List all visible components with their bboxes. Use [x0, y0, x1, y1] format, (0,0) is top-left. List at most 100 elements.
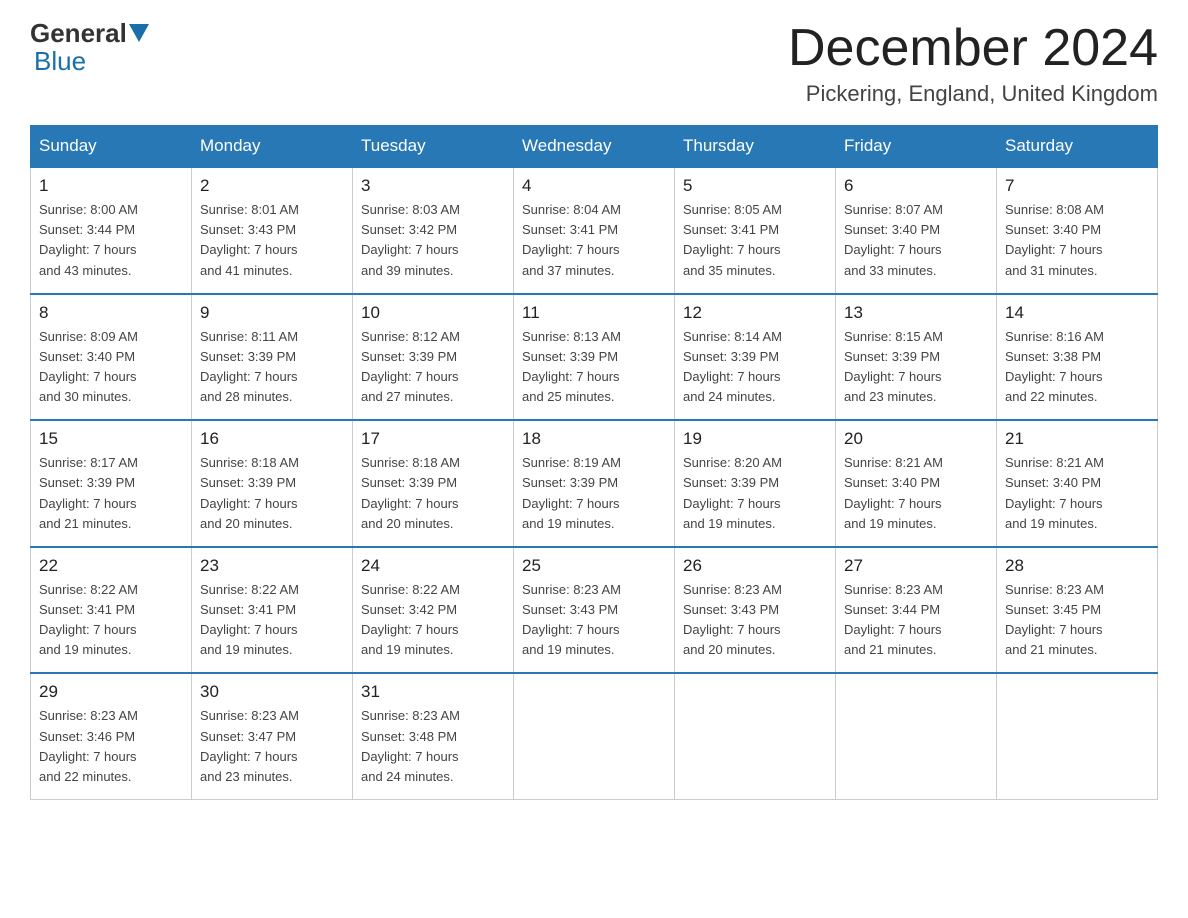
calendar-cell: 20 Sunrise: 8:21 AMSunset: 3:40 PMDaylig…	[836, 420, 997, 547]
day-info: Sunrise: 8:12 AMSunset: 3:39 PMDaylight:…	[361, 329, 460, 404]
day-info: Sunrise: 8:17 AMSunset: 3:39 PMDaylight:…	[39, 455, 138, 530]
day-number: 2	[200, 176, 344, 196]
page-header: General Blue December 2024 Pickering, En…	[30, 20, 1158, 107]
day-info: Sunrise: 8:20 AMSunset: 3:39 PMDaylight:…	[683, 455, 782, 530]
day-number: 5	[683, 176, 827, 196]
title-block: December 2024 Pickering, England, United…	[788, 20, 1158, 107]
calendar-cell: 25 Sunrise: 8:23 AMSunset: 3:43 PMDaylig…	[514, 547, 675, 674]
day-info: Sunrise: 8:05 AMSunset: 3:41 PMDaylight:…	[683, 202, 782, 277]
day-number: 22	[39, 556, 183, 576]
calendar-cell: 3 Sunrise: 8:03 AMSunset: 3:42 PMDayligh…	[353, 167, 514, 294]
calendar-cell: 5 Sunrise: 8:05 AMSunset: 3:41 PMDayligh…	[675, 167, 836, 294]
day-number: 10	[361, 303, 505, 323]
day-number: 14	[1005, 303, 1149, 323]
day-info: Sunrise: 8:08 AMSunset: 3:40 PMDaylight:…	[1005, 202, 1104, 277]
calendar-cell: 26 Sunrise: 8:23 AMSunset: 3:43 PMDaylig…	[675, 547, 836, 674]
day-info: Sunrise: 8:13 AMSunset: 3:39 PMDaylight:…	[522, 329, 621, 404]
calendar-cell: 29 Sunrise: 8:23 AMSunset: 3:46 PMDaylig…	[31, 673, 192, 799]
day-number: 12	[683, 303, 827, 323]
calendar-cell: 1 Sunrise: 8:00 AMSunset: 3:44 PMDayligh…	[31, 167, 192, 294]
day-info: Sunrise: 8:15 AMSunset: 3:39 PMDaylight:…	[844, 329, 943, 404]
logo-general-text: General	[30, 20, 127, 46]
calendar-cell: 9 Sunrise: 8:11 AMSunset: 3:39 PMDayligh…	[192, 294, 353, 421]
day-info: Sunrise: 8:21 AMSunset: 3:40 PMDaylight:…	[1005, 455, 1104, 530]
day-number: 9	[200, 303, 344, 323]
calendar-cell: 14 Sunrise: 8:16 AMSunset: 3:38 PMDaylig…	[997, 294, 1158, 421]
logo-triangle-icon	[129, 24, 149, 42]
calendar-cell: 28 Sunrise: 8:23 AMSunset: 3:45 PMDaylig…	[997, 547, 1158, 674]
location-text: Pickering, England, United Kingdom	[788, 81, 1158, 107]
day-number: 21	[1005, 429, 1149, 449]
header-row: Sunday Monday Tuesday Wednesday Thursday…	[31, 126, 1158, 168]
day-info: Sunrise: 8:00 AMSunset: 3:44 PMDaylight:…	[39, 202, 138, 277]
day-number: 1	[39, 176, 183, 196]
calendar-cell: 19 Sunrise: 8:20 AMSunset: 3:39 PMDaylig…	[675, 420, 836, 547]
calendar-cell: 30 Sunrise: 8:23 AMSunset: 3:47 PMDaylig…	[192, 673, 353, 799]
day-number: 18	[522, 429, 666, 449]
day-number: 4	[522, 176, 666, 196]
day-info: Sunrise: 8:22 AMSunset: 3:41 PMDaylight:…	[39, 582, 138, 657]
calendar-week-2: 8 Sunrise: 8:09 AMSunset: 3:40 PMDayligh…	[31, 294, 1158, 421]
day-number: 31	[361, 682, 505, 702]
col-monday: Monday	[192, 126, 353, 168]
calendar-cell	[514, 673, 675, 799]
day-info: Sunrise: 8:03 AMSunset: 3:42 PMDaylight:…	[361, 202, 460, 277]
calendar-body: 1 Sunrise: 8:00 AMSunset: 3:44 PMDayligh…	[31, 167, 1158, 799]
day-info: Sunrise: 8:09 AMSunset: 3:40 PMDaylight:…	[39, 329, 138, 404]
calendar-cell: 27 Sunrise: 8:23 AMSunset: 3:44 PMDaylig…	[836, 547, 997, 674]
calendar-cell: 11 Sunrise: 8:13 AMSunset: 3:39 PMDaylig…	[514, 294, 675, 421]
day-info: Sunrise: 8:18 AMSunset: 3:39 PMDaylight:…	[200, 455, 299, 530]
day-number: 15	[39, 429, 183, 449]
day-info: Sunrise: 8:23 AMSunset: 3:44 PMDaylight:…	[844, 582, 943, 657]
col-tuesday: Tuesday	[353, 126, 514, 168]
calendar-cell	[836, 673, 997, 799]
col-sunday: Sunday	[31, 126, 192, 168]
calendar-cell: 6 Sunrise: 8:07 AMSunset: 3:40 PMDayligh…	[836, 167, 997, 294]
day-info: Sunrise: 8:23 AMSunset: 3:45 PMDaylight:…	[1005, 582, 1104, 657]
day-info: Sunrise: 8:21 AMSunset: 3:40 PMDaylight:…	[844, 455, 943, 530]
calendar-week-3: 15 Sunrise: 8:17 AMSunset: 3:39 PMDaylig…	[31, 420, 1158, 547]
calendar-cell: 2 Sunrise: 8:01 AMSunset: 3:43 PMDayligh…	[192, 167, 353, 294]
col-friday: Friday	[836, 126, 997, 168]
day-number: 28	[1005, 556, 1149, 576]
calendar-cell: 21 Sunrise: 8:21 AMSunset: 3:40 PMDaylig…	[997, 420, 1158, 547]
day-info: Sunrise: 8:16 AMSunset: 3:38 PMDaylight:…	[1005, 329, 1104, 404]
logo-blue-text: Blue	[34, 46, 86, 76]
day-info: Sunrise: 8:01 AMSunset: 3:43 PMDaylight:…	[200, 202, 299, 277]
calendar-cell: 23 Sunrise: 8:22 AMSunset: 3:41 PMDaylig…	[192, 547, 353, 674]
calendar-week-5: 29 Sunrise: 8:23 AMSunset: 3:46 PMDaylig…	[31, 673, 1158, 799]
col-wednesday: Wednesday	[514, 126, 675, 168]
day-number: 30	[200, 682, 344, 702]
calendar-cell: 7 Sunrise: 8:08 AMSunset: 3:40 PMDayligh…	[997, 167, 1158, 294]
day-info: Sunrise: 8:14 AMSunset: 3:39 PMDaylight:…	[683, 329, 782, 404]
day-number: 27	[844, 556, 988, 576]
calendar-cell: 24 Sunrise: 8:22 AMSunset: 3:42 PMDaylig…	[353, 547, 514, 674]
day-info: Sunrise: 8:23 AMSunset: 3:43 PMDaylight:…	[522, 582, 621, 657]
day-number: 8	[39, 303, 183, 323]
calendar-cell: 13 Sunrise: 8:15 AMSunset: 3:39 PMDaylig…	[836, 294, 997, 421]
day-number: 20	[844, 429, 988, 449]
day-number: 26	[683, 556, 827, 576]
day-number: 11	[522, 303, 666, 323]
calendar-week-4: 22 Sunrise: 8:22 AMSunset: 3:41 PMDaylig…	[31, 547, 1158, 674]
day-info: Sunrise: 8:23 AMSunset: 3:43 PMDaylight:…	[683, 582, 782, 657]
day-info: Sunrise: 8:04 AMSunset: 3:41 PMDaylight:…	[522, 202, 621, 277]
day-info: Sunrise: 8:18 AMSunset: 3:39 PMDaylight:…	[361, 455, 460, 530]
day-number: 29	[39, 682, 183, 702]
day-number: 3	[361, 176, 505, 196]
day-info: Sunrise: 8:22 AMSunset: 3:42 PMDaylight:…	[361, 582, 460, 657]
calendar-cell: 31 Sunrise: 8:23 AMSunset: 3:48 PMDaylig…	[353, 673, 514, 799]
day-number: 17	[361, 429, 505, 449]
calendar-cell: 10 Sunrise: 8:12 AMSunset: 3:39 PMDaylig…	[353, 294, 514, 421]
col-thursday: Thursday	[675, 126, 836, 168]
day-number: 19	[683, 429, 827, 449]
day-number: 23	[200, 556, 344, 576]
month-title: December 2024	[788, 20, 1158, 77]
day-info: Sunrise: 8:23 AMSunset: 3:47 PMDaylight:…	[200, 708, 299, 783]
calendar-table: Sunday Monday Tuesday Wednesday Thursday…	[30, 125, 1158, 800]
calendar-cell	[675, 673, 836, 799]
calendar-week-1: 1 Sunrise: 8:00 AMSunset: 3:44 PMDayligh…	[31, 167, 1158, 294]
day-info: Sunrise: 8:11 AMSunset: 3:39 PMDaylight:…	[200, 329, 298, 404]
calendar-cell: 8 Sunrise: 8:09 AMSunset: 3:40 PMDayligh…	[31, 294, 192, 421]
logo: General Blue	[30, 20, 151, 77]
